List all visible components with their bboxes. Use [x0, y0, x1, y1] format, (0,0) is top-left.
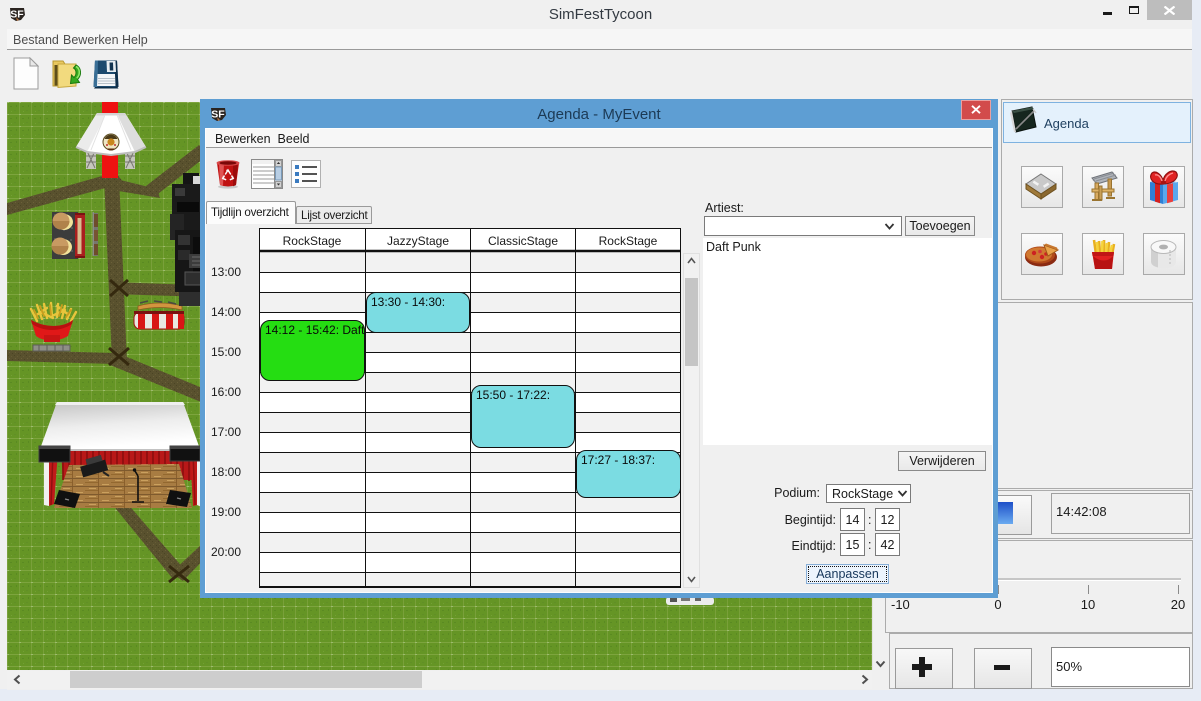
svg-text:RockStage: RockStage	[283, 234, 342, 248]
svg-text:ClassicStage: ClassicStage	[488, 234, 558, 248]
svg-text:RockStage: RockStage	[599, 234, 658, 248]
svg-text:JazzyStage: JazzyStage	[387, 234, 449, 248]
